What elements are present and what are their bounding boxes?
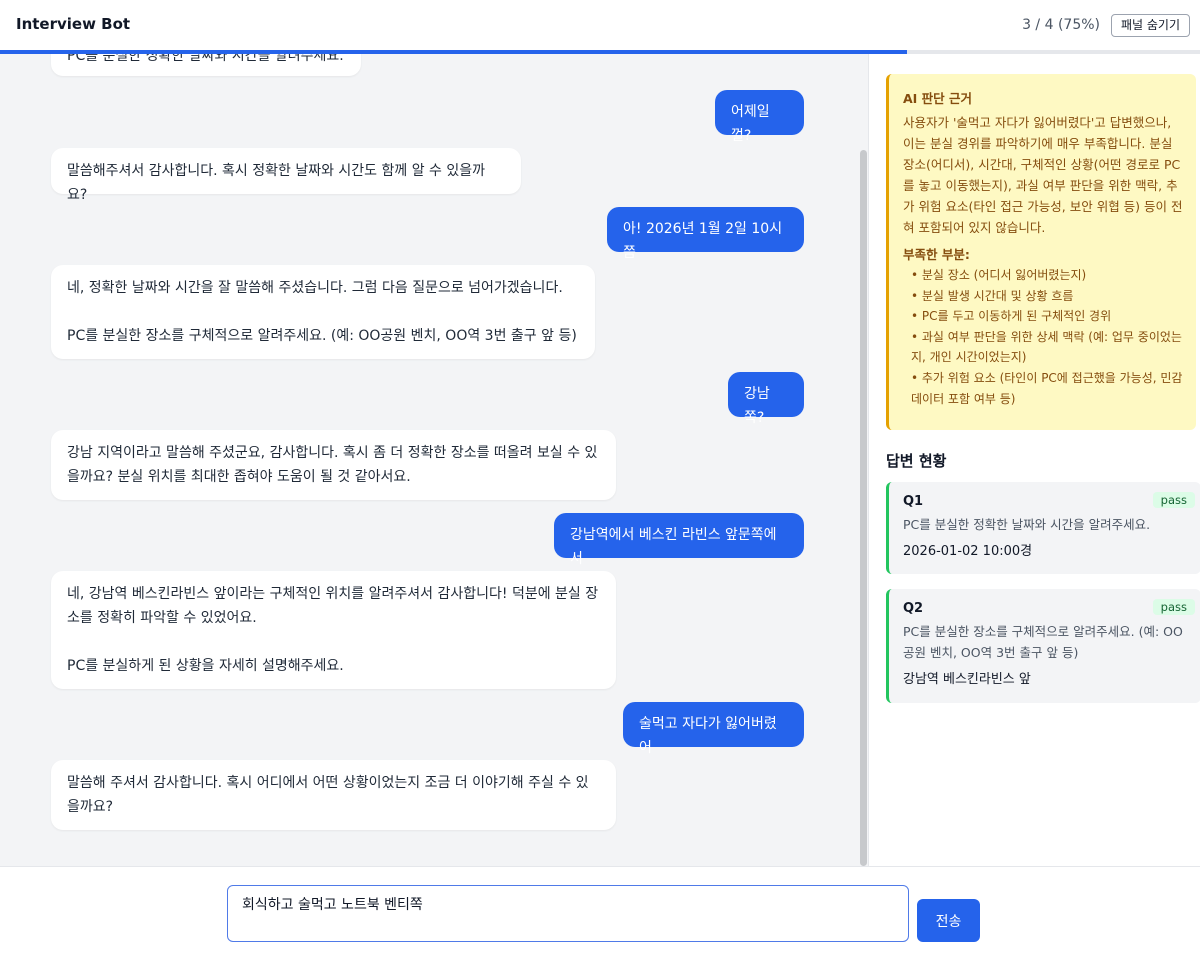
chat-scrollbar[interactable] [860, 150, 867, 866]
side-panel: AI 판단 근거 사용자가 '술먹고 자다가 잃어버렸다'고 답변했으나, 이는… [868, 54, 1200, 866]
user-message: 아! 2026년 1월 2일 10시쯤 [607, 207, 804, 261]
message-text: PC를 분실한 정확한 날짜와 시간을 알려주세요. [67, 54, 344, 64]
card-question-text: PC를 분실한 정확한 날짜와 시간을 알려주세요. [903, 517, 1151, 532]
message-text: 말씀해 주셔서 감사합니다. 혹시 어디에서 어떤 상황이었는지 조금 더 이야… [67, 775, 589, 815]
message-input[interactable]: 회식하고 술먹고 노트북 벤티쪽 [227, 885, 909, 942]
input-bar: 회식하고 술먹고 노트북 벤티쪽 전송 [0, 866, 1200, 962]
ai-reason-body: 사용자가 '술먹고 자다가 잃어버렸다'고 답변했으나, 이는 분실 경위를 파… [903, 115, 1183, 235]
send-button[interactable]: 전송 [917, 899, 980, 942]
progress-text: 3 / 4 (75%) [1022, 17, 1100, 33]
app-title: Interview Bot [16, 15, 131, 33]
message-text: PC를 분실하게 된 상황을 자세히 설명해주세요. [67, 658, 344, 674]
bot-message: 말씀해주셔서 감사합니다. 혹시 정확한 날짜와 시간도 함께 알 수 있을까요… [51, 148, 521, 203]
message-text: 강남쪽? [744, 386, 770, 426]
message-text: 강남역에서 베스킨 라빈스 앞문쪽에서 [570, 527, 777, 567]
user-message: 강남쪽? [728, 372, 804, 426]
status-badge: pass [1152, 599, 1195, 615]
card-answer-text: 2026-01-02 10:00경 [903, 544, 1033, 559]
answer-card-q2: Q2 pass PC를 분실한 장소를 구체적으로 알려주세요. (예: OO공… [886, 589, 1200, 703]
message-text: 네, 강남역 베스킨라빈스 앞이라는 구체적인 위치를 알려주셔서 감사합니다!… [67, 586, 599, 626]
user-message: 강남역에서 베스킨 라빈스 앞문쪽에서 [554, 513, 804, 567]
message-text: 술먹고 자다가 잃어버렸어 [639, 716, 777, 756]
list-item: • PC를 두고 이동하게 된 구체적인 경위 [911, 309, 1112, 324]
bot-message-partial: PC를 분실한 정확한 날짜와 시간을 알려주세요. [51, 54, 361, 76]
message-text: 말씀해주셔서 감사합니다. 혹시 정확한 날짜와 시간도 함께 알 수 있을까요… [67, 163, 486, 203]
ai-missing-title: 부족한 부분: [903, 247, 970, 262]
bot-message: 네, 강남역 베스킨라빈스 앞이라는 구체적인 위치를 알려주셔서 감사합니다!… [51, 571, 616, 689]
status-badge: pass [1152, 492, 1195, 508]
hide-panel-button[interactable]: 패널 숨기기 [1110, 14, 1190, 37]
card-answer-text: 강남역 베스킨라빈스 앞 [903, 672, 1031, 687]
user-message: 술먹고 자다가 잃어버렸어 [623, 702, 804, 756]
message-text: 아! 2026년 1월 2일 10시쯤 [623, 221, 783, 261]
list-item: • 분실 장소 (어디서 잃어버렸는지) [911, 268, 1087, 282]
card-question-text: PC를 분실한 장소를 구체적으로 알려주세요. (예: OO공원 벤치, OO… [903, 624, 1183, 660]
ai-reason-box: AI 판단 근거 사용자가 '술먹고 자다가 잃어버렸다'고 답변했으나, 이는… [886, 74, 1196, 430]
message-text: 강남 지역이라고 말씀해 주셨군요, 감사합니다. 혹시 좀 더 정확한 장소를… [67, 445, 598, 485]
user-message: 어제일껄? [715, 90, 804, 144]
card-question-number: Q1 [903, 494, 924, 509]
list-item: • 분실 발생 시간대 및 상황 흐름 [911, 288, 1074, 303]
message-text: PC를 분실한 장소를 구체적으로 알려주세요. (예: OO공원 벤치, OO… [67, 328, 577, 344]
ai-missing-list: • 분실 장소 (어디서 잃어버렸는지) • 분실 발생 시간대 및 상황 흐름… [903, 265, 1184, 409]
message-text: 어제일껄? [731, 104, 770, 144]
message-text: 네, 정확한 날짜와 시간을 잘 말씀해 주셨습니다. 그럼 다음 질문으로 넘… [67, 280, 563, 296]
card-question-number: Q2 [903, 601, 924, 616]
bot-message: 네, 정확한 날짜와 시간을 잘 말씀해 주셨습니다. 그럼 다음 질문으로 넘… [51, 265, 595, 359]
answer-card-q1: Q1 pass PC를 분실한 정확한 날짜와 시간을 알려주세요. 2026-… [886, 482, 1200, 574]
bot-message: 강남 지역이라고 말씀해 주셨군요, 감사합니다. 혹시 좀 더 정확한 장소를… [51, 430, 616, 500]
bot-message: 말씀해 주셔서 감사합니다. 혹시 어디에서 어떤 상황이었는지 조금 더 이야… [51, 760, 616, 830]
list-item: • 추가 위험 요소 (타인이 PC에 접근했을 가능성, 민감 데이터 포함 … [911, 370, 1183, 406]
chat-area[interactable]: PC를 분실한 정확한 날짜와 시간을 알려주세요. 어제일껄? 말씀해주셔서 … [0, 54, 868, 866]
ai-reason-title: AI 판단 근거 [903, 91, 973, 106]
app-header: Interview Bot 3 / 4 (75%) 패널 숨기기 [0, 0, 1200, 54]
list-item: • 과실 여부 판단을 위한 상세 맥락 (예: 업무 중이었는지, 개인 시간… [911, 329, 1182, 365]
answer-status-title: 답변 현황 [886, 452, 947, 470]
